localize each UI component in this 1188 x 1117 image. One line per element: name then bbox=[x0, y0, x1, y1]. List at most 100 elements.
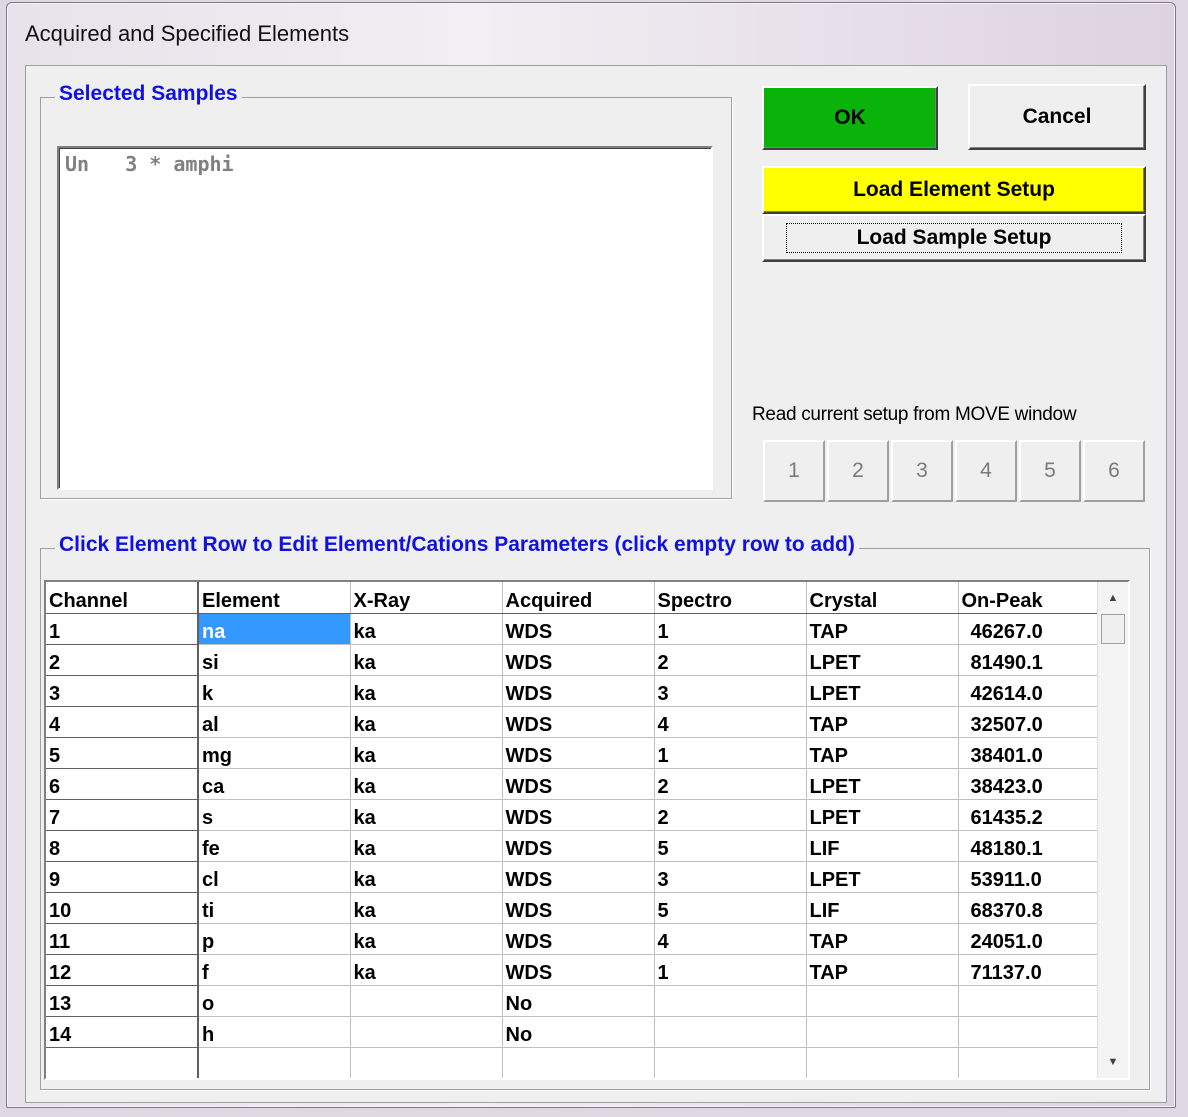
cell-spectro[interactable]: 3 bbox=[654, 861, 807, 893]
cell-element[interactable] bbox=[198, 1047, 351, 1078]
cell-channel[interactable]: 10 bbox=[46, 892, 199, 924]
cell-channel[interactable]: 8 bbox=[46, 830, 199, 862]
cell-xray[interactable]: ka bbox=[350, 799, 503, 831]
cell-acquired[interactable]: WDS bbox=[502, 923, 655, 955]
cell-acquired[interactable]: No bbox=[502, 985, 655, 1017]
cell-xray[interactable]: ka bbox=[350, 644, 503, 676]
table-row[interactable]: 6 ca ka WDS 2 LPET 38423.0 bbox=[46, 768, 1101, 800]
cell-crystal[interactable] bbox=[806, 985, 959, 1017]
cell-xray[interactable]: ka bbox=[350, 737, 503, 769]
cell-crystal[interactable] bbox=[806, 1047, 959, 1078]
cell-spectro[interactable]: 2 bbox=[654, 644, 807, 676]
load-sample-setup-button[interactable]: Load Sample Setup bbox=[762, 214, 1146, 262]
cell-acquired[interactable]: WDS bbox=[502, 613, 655, 645]
cell-crystal[interactable]: TAP bbox=[806, 923, 959, 955]
cell-acquired[interactable]: WDS bbox=[502, 675, 655, 707]
cell-channel[interactable]: 11 bbox=[46, 923, 199, 955]
cell-channel[interactable]: 5 bbox=[46, 737, 199, 769]
cell-acquired[interactable] bbox=[502, 1047, 655, 1078]
table-row[interactable]: 9 cl ka WDS 3 LPET 53911.0 bbox=[46, 861, 1101, 893]
cell-crystal[interactable]: LIF bbox=[806, 892, 959, 924]
table-row[interactable]: 4 al ka WDS 4 TAP 32507.0 bbox=[46, 706, 1101, 738]
scroll-down-arrow-icon[interactable]: ▼ bbox=[1098, 1048, 1128, 1076]
move-setup-button-1[interactable]: 1 bbox=[763, 440, 825, 502]
grid-vertical-scrollbar[interactable]: ▲ ▼ bbox=[1097, 582, 1128, 1078]
cell-crystal[interactable]: TAP bbox=[806, 737, 959, 769]
cell-spectro[interactable] bbox=[654, 1016, 807, 1048]
column-header-acquired[interactable]: Acquired bbox=[502, 582, 655, 614]
cell-channel[interactable]: 13 bbox=[46, 985, 199, 1017]
cell-acquired[interactable]: WDS bbox=[502, 706, 655, 738]
column-header-element[interactable]: Element bbox=[198, 582, 351, 614]
cell-element[interactable]: k bbox=[198, 675, 351, 707]
table-row[interactable] bbox=[46, 1047, 1101, 1078]
load-element-setup-button[interactable]: Load Element Setup bbox=[762, 166, 1146, 214]
cell-on-peak[interactable] bbox=[958, 985, 1101, 1017]
table-row[interactable]: 14 h No bbox=[46, 1016, 1101, 1048]
move-setup-button-2[interactable]: 2 bbox=[827, 440, 889, 502]
cell-element[interactable]: h bbox=[198, 1016, 351, 1048]
column-header-crystal[interactable]: Crystal bbox=[806, 582, 959, 614]
cell-element[interactable]: al bbox=[198, 706, 351, 738]
table-row[interactable]: 2 si ka WDS 2 LPET 81490.1 bbox=[46, 644, 1101, 676]
cell-on-peak[interactable]: 68370.8 bbox=[958, 892, 1101, 924]
table-row[interactable]: 13 o No bbox=[46, 985, 1101, 1017]
cell-spectro[interactable]: 5 bbox=[654, 892, 807, 924]
cell-element[interactable]: fe bbox=[198, 830, 351, 862]
cell-element[interactable]: cl bbox=[198, 861, 351, 893]
table-row[interactable]: 7 s ka WDS 2 LPET 61435.2 bbox=[46, 799, 1101, 831]
cell-element[interactable]: si bbox=[198, 644, 351, 676]
cell-xray[interactable]: ka bbox=[350, 923, 503, 955]
cell-xray[interactable]: ka bbox=[350, 675, 503, 707]
move-setup-button-5[interactable]: 5 bbox=[1019, 440, 1081, 502]
cell-spectro[interactable]: 3 bbox=[654, 675, 807, 707]
cell-on-peak[interactable]: 38401.0 bbox=[958, 737, 1101, 769]
cell-on-peak[interactable] bbox=[958, 1016, 1101, 1048]
cell-spectro[interactable]: 1 bbox=[654, 954, 807, 986]
cell-on-peak[interactable]: 38423.0 bbox=[958, 768, 1101, 800]
cell-crystal[interactable]: LPET bbox=[806, 644, 959, 676]
cell-xray[interactable]: ka bbox=[350, 613, 503, 645]
cell-spectro[interactable]: 1 bbox=[654, 737, 807, 769]
cell-on-peak[interactable]: 53911.0 bbox=[958, 861, 1101, 893]
move-setup-button-3[interactable]: 3 bbox=[891, 440, 953, 502]
cell-element[interactable]: f bbox=[198, 954, 351, 986]
cell-on-peak[interactable] bbox=[958, 1047, 1101, 1078]
cell-acquired[interactable]: WDS bbox=[502, 768, 655, 800]
cell-channel[interactable] bbox=[46, 1047, 199, 1078]
cell-on-peak[interactable]: 42614.0 bbox=[958, 675, 1101, 707]
cell-spectro[interactable]: 1 bbox=[654, 613, 807, 645]
cell-spectro[interactable]: 4 bbox=[654, 706, 807, 738]
cell-xray[interactable]: ka bbox=[350, 706, 503, 738]
cell-element[interactable]: na bbox=[198, 613, 351, 645]
cell-acquired[interactable]: No bbox=[502, 1016, 655, 1048]
cell-acquired[interactable]: WDS bbox=[502, 644, 655, 676]
column-header-channel[interactable]: Channel bbox=[46, 582, 199, 614]
cell-element[interactable]: ti bbox=[198, 892, 351, 924]
cell-on-peak[interactable]: 71137.0 bbox=[958, 954, 1101, 986]
cell-element[interactable]: s bbox=[198, 799, 351, 831]
cell-crystal[interactable]: LPET bbox=[806, 675, 959, 707]
cell-element[interactable]: ca bbox=[198, 768, 351, 800]
ok-button[interactable]: OK bbox=[762, 86, 938, 150]
cell-element[interactable]: o bbox=[198, 985, 351, 1017]
cell-channel[interactable]: 3 bbox=[46, 675, 199, 707]
cell-crystal[interactable]: TAP bbox=[806, 613, 959, 645]
move-setup-button-6[interactable]: 6 bbox=[1083, 440, 1145, 502]
cell-channel[interactable]: 2 bbox=[46, 644, 199, 676]
cell-on-peak[interactable]: 48180.1 bbox=[958, 830, 1101, 862]
cell-element[interactable]: p bbox=[198, 923, 351, 955]
cell-on-peak[interactable]: 32507.0 bbox=[958, 706, 1101, 738]
cell-channel[interactable]: 4 bbox=[46, 706, 199, 738]
cell-xray[interactable]: ka bbox=[350, 768, 503, 800]
cell-spectro[interactable] bbox=[654, 1047, 807, 1078]
cell-crystal[interactable]: LIF bbox=[806, 830, 959, 862]
cell-acquired[interactable]: WDS bbox=[502, 737, 655, 769]
table-row[interactable]: 3 k ka WDS 3 LPET 42614.0 bbox=[46, 675, 1101, 707]
cell-spectro[interactable]: 4 bbox=[654, 923, 807, 955]
cell-xray[interactable] bbox=[350, 985, 503, 1017]
table-row[interactable]: 5 mg ka WDS 1 TAP 38401.0 bbox=[46, 737, 1101, 769]
table-row[interactable]: 8 fe ka WDS 5 LIF 48180.1 bbox=[46, 830, 1101, 862]
cell-acquired[interactable]: WDS bbox=[502, 954, 655, 986]
cell-acquired[interactable]: WDS bbox=[502, 861, 655, 893]
